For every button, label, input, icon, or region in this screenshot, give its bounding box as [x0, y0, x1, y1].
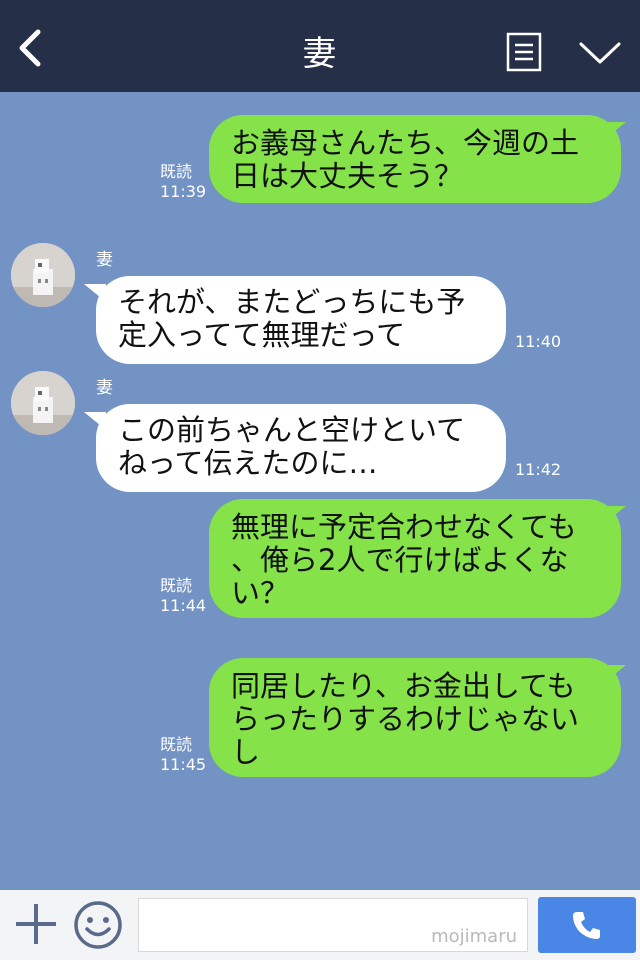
avatar[interactable]: [11, 243, 75, 307]
message-meta: 既読 11:39: [160, 162, 206, 202]
read-receipt: 既読: [160, 735, 193, 754]
message-bubble[interactable]: 同居したり、お金出しても らったりするわけじゃない し: [209, 658, 621, 777]
message-time: 11:39: [160, 182, 207, 201]
input-bar: mojimaru: [0, 890, 640, 960]
message-time: 11:44: [160, 596, 207, 615]
message-meta: 既読 11:45: [160, 735, 206, 775]
note-icon[interactable]: [506, 32, 542, 72]
message-bubble[interactable]: それが、またどっちにも予 定入ってて無理だって: [96, 276, 506, 364]
sender-name: 妻: [96, 378, 113, 398]
message-bubble[interactable]: お義母さんたち、今週の土 日は大丈夫そう？: [209, 115, 621, 203]
chevron-down-icon[interactable]: [578, 40, 622, 66]
call-button[interactable]: [538, 897, 636, 953]
message-time: 11:42: [515, 460, 562, 479]
sender-name: 妻: [96, 250, 113, 270]
chat-area[interactable]: 既読 11:39 お義母さんたち、今週の土 日は大丈夫そう？ 妻 それが、またど…: [0, 92, 640, 890]
phone-icon: [573, 912, 600, 939]
read-receipt: 既読: [160, 576, 193, 595]
read-receipt: 既読: [160, 162, 193, 181]
smiley-icon[interactable]: [72, 899, 124, 951]
avatar[interactable]: [11, 371, 75, 435]
chat-header: 妻: [0, 0, 640, 92]
message-bubble[interactable]: この前ちゃんと空けといて ねって伝えたのに…: [96, 404, 506, 492]
message-meta: 既読 11:44: [160, 576, 206, 616]
message-time: 11:40: [515, 332, 562, 351]
message-bubble[interactable]: 無理に予定合わせなくても 、俺ら2人で行けばよくな い？: [209, 499, 621, 618]
message-time: 11:45: [160, 755, 207, 774]
message-input[interactable]: mojimaru: [138, 898, 528, 952]
plus-icon[interactable]: [14, 902, 58, 946]
input-placeholder: mojimaru: [431, 926, 517, 947]
chat-title: 妻: [302, 34, 338, 74]
